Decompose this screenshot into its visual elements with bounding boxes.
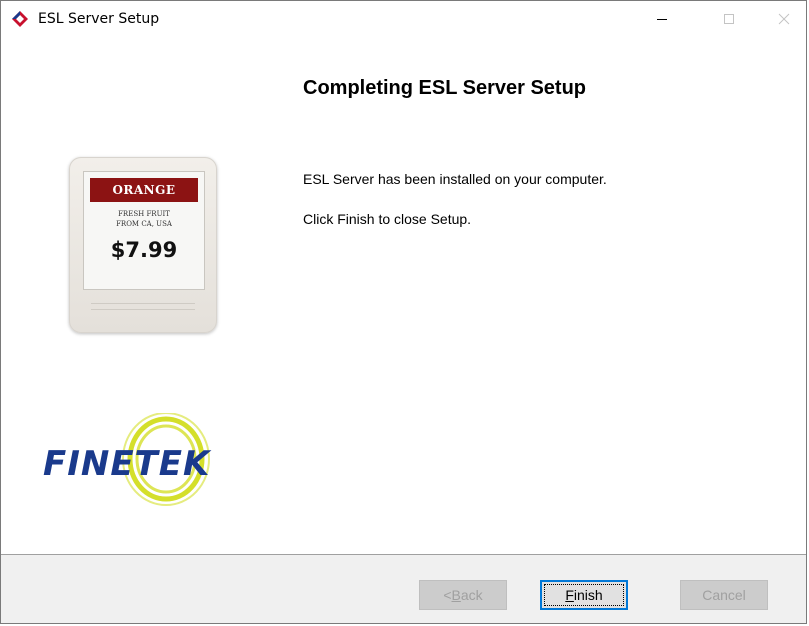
esl-tag-line1: FRESH FRUIT [118,210,170,218]
back-button-mnemonic: B [451,587,461,603]
installed-message: ESL Server has been installed on your co… [303,171,607,187]
esl-tag-ridge [91,303,195,304]
title-bar[interactable]: ESL Server Setup [1,1,806,37]
close-icon [778,13,790,25]
close-button[interactable] [761,1,806,37]
back-button-rest: ack [460,587,483,603]
maximize-button[interactable] [706,1,752,37]
finetek-diamond-icon [12,11,28,27]
wizard-content: ORANGE FRESH FRUIT FROM CA, USA $7.99 Co… [1,37,806,554]
esl-tag-image: ORANGE FRESH FRUIT FROM CA, USA $7.99 [69,157,217,333]
cancel-button[interactable]: Cancel [680,580,768,610]
minimize-icon [657,19,667,20]
esl-tag-banner: ORANGE [90,178,198,202]
esl-tag-screen: ORANGE FRESH FRUIT FROM CA, USA $7.99 [83,171,205,290]
logo-text: FINETEK [43,444,212,484]
esl-tag-price: $7.99 [110,238,178,262]
maximize-icon [724,14,734,24]
finetek-logo: FINETEK [43,413,212,506]
esl-tag-line2: FROM CA, USA [116,220,172,228]
finish-button[interactable]: Finish [540,580,628,610]
window-title: ESL Server Setup [38,11,160,27]
focus-ring [544,584,624,606]
setup-window: ESL Server Setup ORANGE FRESH FRUIT FROM… [0,0,807,624]
esl-tag-ridge [91,309,195,310]
minimize-button[interactable] [639,1,685,37]
back-button[interactable]: < Back [419,580,507,610]
finish-instruction: Click Finish to close Setup. [303,211,472,227]
back-button-prefix: < [443,587,452,603]
page-title: Completing ESL Server Setup [303,77,587,99]
wizard-footer: < Back Finish Cancel [1,555,806,623]
